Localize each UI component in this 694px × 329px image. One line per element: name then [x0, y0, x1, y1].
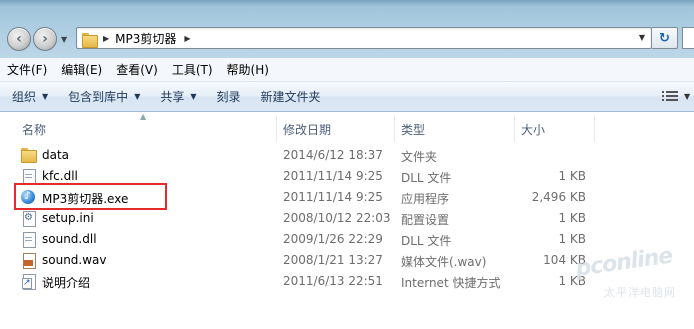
address-bar[interactable]: ▶ MP3剪切器 ▶ ▼	[76, 27, 652, 49]
audio-file-icon	[20, 252, 36, 269]
new-folder-button[interactable]: 新建文件夹	[261, 88, 321, 105]
column-header-date[interactable]: 修改日期	[283, 121, 331, 138]
settings-file-icon	[20, 210, 36, 227]
file-date: 2011/11/14 9:25	[283, 190, 383, 204]
back-arrow-icon[interactable]: ‹	[7, 27, 31, 51]
file-type: DLL 文件	[401, 171, 452, 185]
view-options-icon[interactable]	[662, 91, 678, 103]
file-type: DLL 文件	[401, 234, 452, 248]
sort-ascending-icon: ▲	[140, 112, 147, 121]
highlight-box	[14, 183, 167, 210]
column-header-name[interactable]: 名称	[22, 121, 46, 138]
file-type: 应用程序	[401, 192, 450, 206]
folder-icon	[81, 32, 98, 48]
menu-file[interactable]: 文件(F)	[7, 61, 47, 78]
menu-help[interactable]: 帮助(H)	[227, 61, 269, 78]
file-date: 2008/10/12 22:03	[283, 211, 391, 225]
chevron-down-icon: ▼	[42, 92, 49, 101]
file-type: Internet 快捷方式	[401, 276, 501, 290]
chevron-down-icon[interactable]: ▼	[684, 92, 690, 101]
organize-button[interactable]: 组织 ▼	[12, 88, 48, 105]
share-label: 共享	[160, 90, 185, 104]
file-type: 配置设置	[401, 213, 450, 227]
dll-file-icon	[20, 168, 36, 185]
file-type: 媒体文件(.wav)	[401, 255, 487, 269]
file-size: 1 KB	[558, 169, 586, 183]
file-name[interactable]: data	[42, 148, 69, 162]
breadcrumb-chevron-icon[interactable]: ▶	[103, 34, 109, 43]
menu-tools[interactable]: 工具(T)	[172, 61, 213, 78]
column-divider[interactable]	[394, 116, 395, 142]
file-size: 1 KB	[558, 211, 586, 225]
watermark-logo: pconline 太平洋电脑网	[574, 243, 686, 321]
command-bar: 组织 ▼ 包含到库中 ▼ 共享 ▼ 刻录 新建文件夹 ▼	[0, 82, 694, 112]
chevron-down-icon: ▼	[134, 92, 141, 101]
breadcrumb-chevron-icon[interactable]: ▶	[184, 34, 190, 43]
breadcrumb-current-folder[interactable]: MP3剪切器	[115, 30, 176, 47]
column-divider[interactable]	[276, 116, 277, 142]
search-input[interactable]	[682, 27, 694, 49]
file-date: 2014/6/12 18:37	[283, 148, 383, 162]
dll-file-icon	[20, 231, 36, 248]
recent-pages-dropdown-icon[interactable]: ▼	[61, 35, 67, 44]
share-button[interactable]: 共享 ▼	[160, 88, 196, 105]
refresh-button[interactable]: ↻	[652, 27, 678, 49]
window-titlebar: ‹ › ▼ ▶ MP3剪切器 ▶ ▼ ↻	[0, 0, 694, 58]
file-name[interactable]: setup.ini	[42, 211, 94, 225]
burn-button[interactable]: 刻录	[217, 88, 241, 105]
file-name[interactable]: sound.dll	[42, 232, 97, 246]
file-size: 1 KB	[558, 232, 586, 246]
menu-view[interactable]: 查看(V)	[116, 61, 158, 78]
burn-label: 刻录	[216, 90, 241, 104]
column-headers: ▲ 名称 修改日期 类型 大小	[0, 112, 694, 144]
column-divider[interactable]	[594, 116, 595, 142]
chevron-down-icon: ▼	[190, 92, 197, 101]
file-type: 文件夹	[401, 150, 438, 164]
new-folder-label: 新建文件夹	[260, 90, 321, 104]
column-header-size[interactable]: 大小	[521, 121, 545, 138]
menu-edit[interactable]: 编辑(E)	[61, 61, 102, 78]
list-item[interactable]: sound.dll 2009/1/26 22:29 DLL 文件 1 KB	[0, 229, 694, 250]
list-item[interactable]: setup.ini 2008/10/12 22:03 配置设置 1 KB	[0, 208, 694, 229]
column-header-type[interactable]: 类型	[401, 121, 425, 138]
watermark-sub-text: 太平洋电脑网	[604, 286, 676, 299]
file-date: 2011/11/14 9:25	[283, 169, 383, 183]
shortcut-icon	[20, 273, 36, 290]
address-dropdown-icon[interactable]: ▼	[639, 33, 645, 42]
organize-label: 组织	[12, 90, 37, 104]
file-name[interactable]: sound.wav	[42, 253, 107, 267]
forward-arrow-icon[interactable]: ›	[33, 27, 57, 51]
file-name[interactable]: 说明介绍	[42, 274, 90, 291]
list-item[interactable]: data 2014/6/12 18:37 文件夹	[0, 145, 694, 166]
include-in-library-button[interactable]: 包含到库中 ▼	[68, 88, 140, 105]
refresh-icon: ↻	[659, 30, 670, 46]
column-divider[interactable]	[514, 116, 515, 142]
file-date: 2009/1/26 22:29	[283, 232, 383, 246]
include-in-library-label: 包含到库中	[68, 90, 129, 104]
file-name[interactable]: kfc.dll	[42, 169, 78, 183]
menu-bar: 文件(F) 编辑(E) 查看(V) 工具(T) 帮助(H)	[0, 58, 694, 82]
file-date: 2011/6/13 22:51	[283, 274, 383, 288]
file-date: 2008/1/21 13:27	[283, 253, 383, 267]
file-size: 2,496 KB	[531, 190, 586, 204]
